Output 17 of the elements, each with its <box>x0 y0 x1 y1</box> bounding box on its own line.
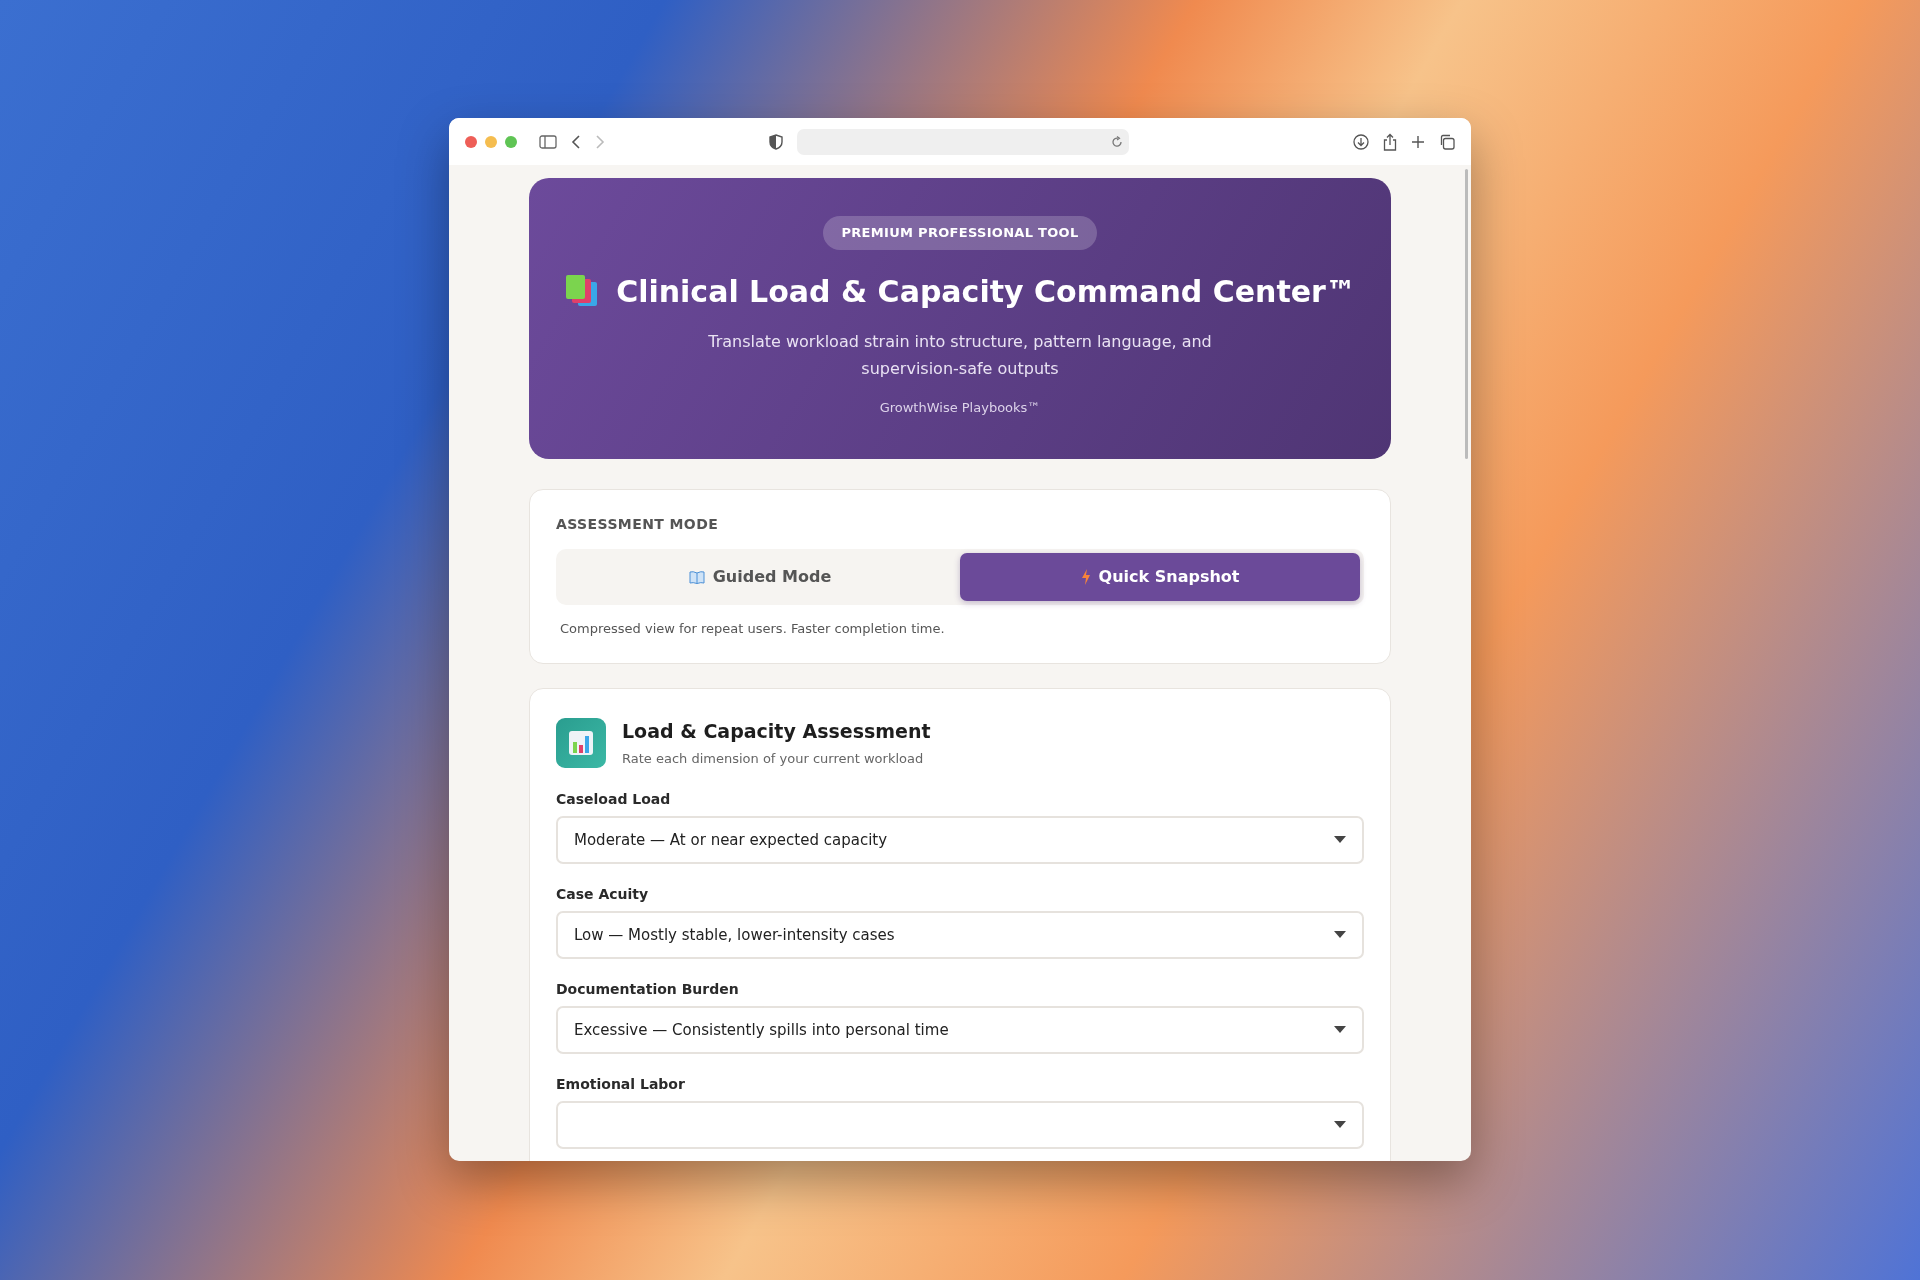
mode-tab[interactable]: Quick Snapshot <box>960 553 1360 602</box>
page-title: Clinical Load & Capacity Command Center™ <box>616 273 1356 310</box>
field-label: Documentation Burden <box>556 979 740 999</box>
mode-tab[interactable]: Guided Mode <box>560 553 960 602</box>
card-title: Load & Capacity Assessment <box>622 718 931 744</box>
mode-description: Compressed view for repeat users. Faster completion time. <box>559 620 946 639</box>
page-subtitle: Translate workload strain into structure, pattern language, and supervision-safe outputs <box>707 330 1213 380</box>
select-field[interactable]: Excessive — Consistently spills into personal time <box>556 1005 1364 1054</box>
field-label: Case Acuity <box>556 884 650 904</box>
brand-name: GrowthWise Playbooks™ <box>878 398 1042 417</box>
card-subtitle: Rate each dimension of your current workload <box>622 750 925 769</box>
section-heading: ASSESSMENT MODE <box>556 515 720 535</box>
field-label: Emotional Labor <box>556 1074 686 1094</box>
field-label: Caseload Load <box>556 789 672 809</box>
premium-badge: PREMIUM PROFESSIONAL TOOL <box>823 216 1097 250</box>
select-field[interactable]: Moderate — At or near expected capacity <box>556 815 1364 864</box>
select-field[interactable]: Low — Mostly stable, lower-intensity cases <box>556 910 1364 959</box>
